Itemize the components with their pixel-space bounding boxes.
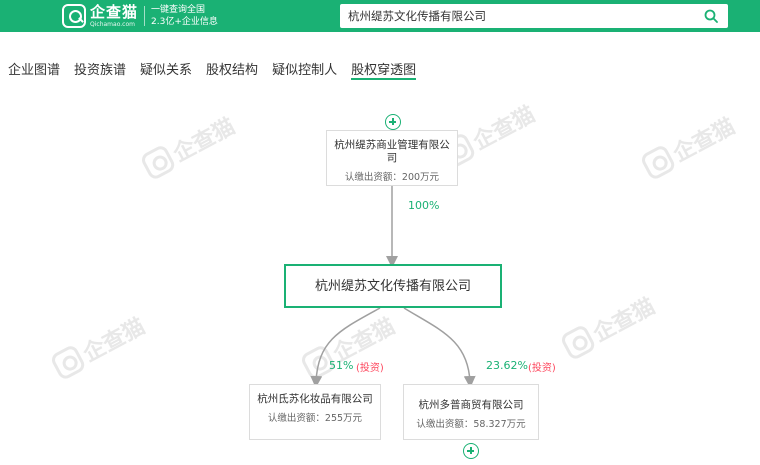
expand-shareholders-icon[interactable] bbox=[385, 114, 401, 130]
investment-capital: 认缴出资额：255万元 bbox=[267, 413, 363, 424]
expand-investments-icon[interactable] bbox=[463, 443, 479, 459]
investment-badge: (投资) bbox=[528, 363, 556, 374]
company-name: 杭州缇苏文化传播有限公司 bbox=[314, 278, 471, 294]
investment-name: 杭州氐苏化妆品有限公司 bbox=[257, 393, 373, 405]
shareholder-percent: 100% bbox=[408, 199, 440, 212]
investment-badge: (投资) bbox=[356, 363, 384, 374]
shareholder-node[interactable]: 杭州缇苏商业管理有限公司 认缴出资额：200万元 bbox=[326, 130, 458, 186]
investment-percent: 51% bbox=[329, 359, 354, 372]
investment-name: 杭州多普商贸有限公司 bbox=[418, 399, 524, 411]
company-node[interactable]: 杭州缇苏文化传播有限公司 bbox=[284, 264, 502, 308]
shareholder-capital: 认缴出资额：200万元 bbox=[344, 172, 440, 183]
link-company-to-investment-2 bbox=[403, 307, 476, 388]
investment-node[interactable]: 杭州多普商贸有限公司 认缴出资额：58.327万元 bbox=[403, 384, 539, 440]
investment-percent: 23.62% bbox=[486, 359, 528, 372]
investment-node[interactable]: 杭州氐苏化妆品有限公司 认缴出资额：255万元 bbox=[249, 384, 381, 440]
shareholder-name: 杭州缇苏商业管理有限公司 bbox=[334, 139, 450, 164]
investment-capital: 认缴出资额：58.327万元 bbox=[416, 419, 526, 430]
